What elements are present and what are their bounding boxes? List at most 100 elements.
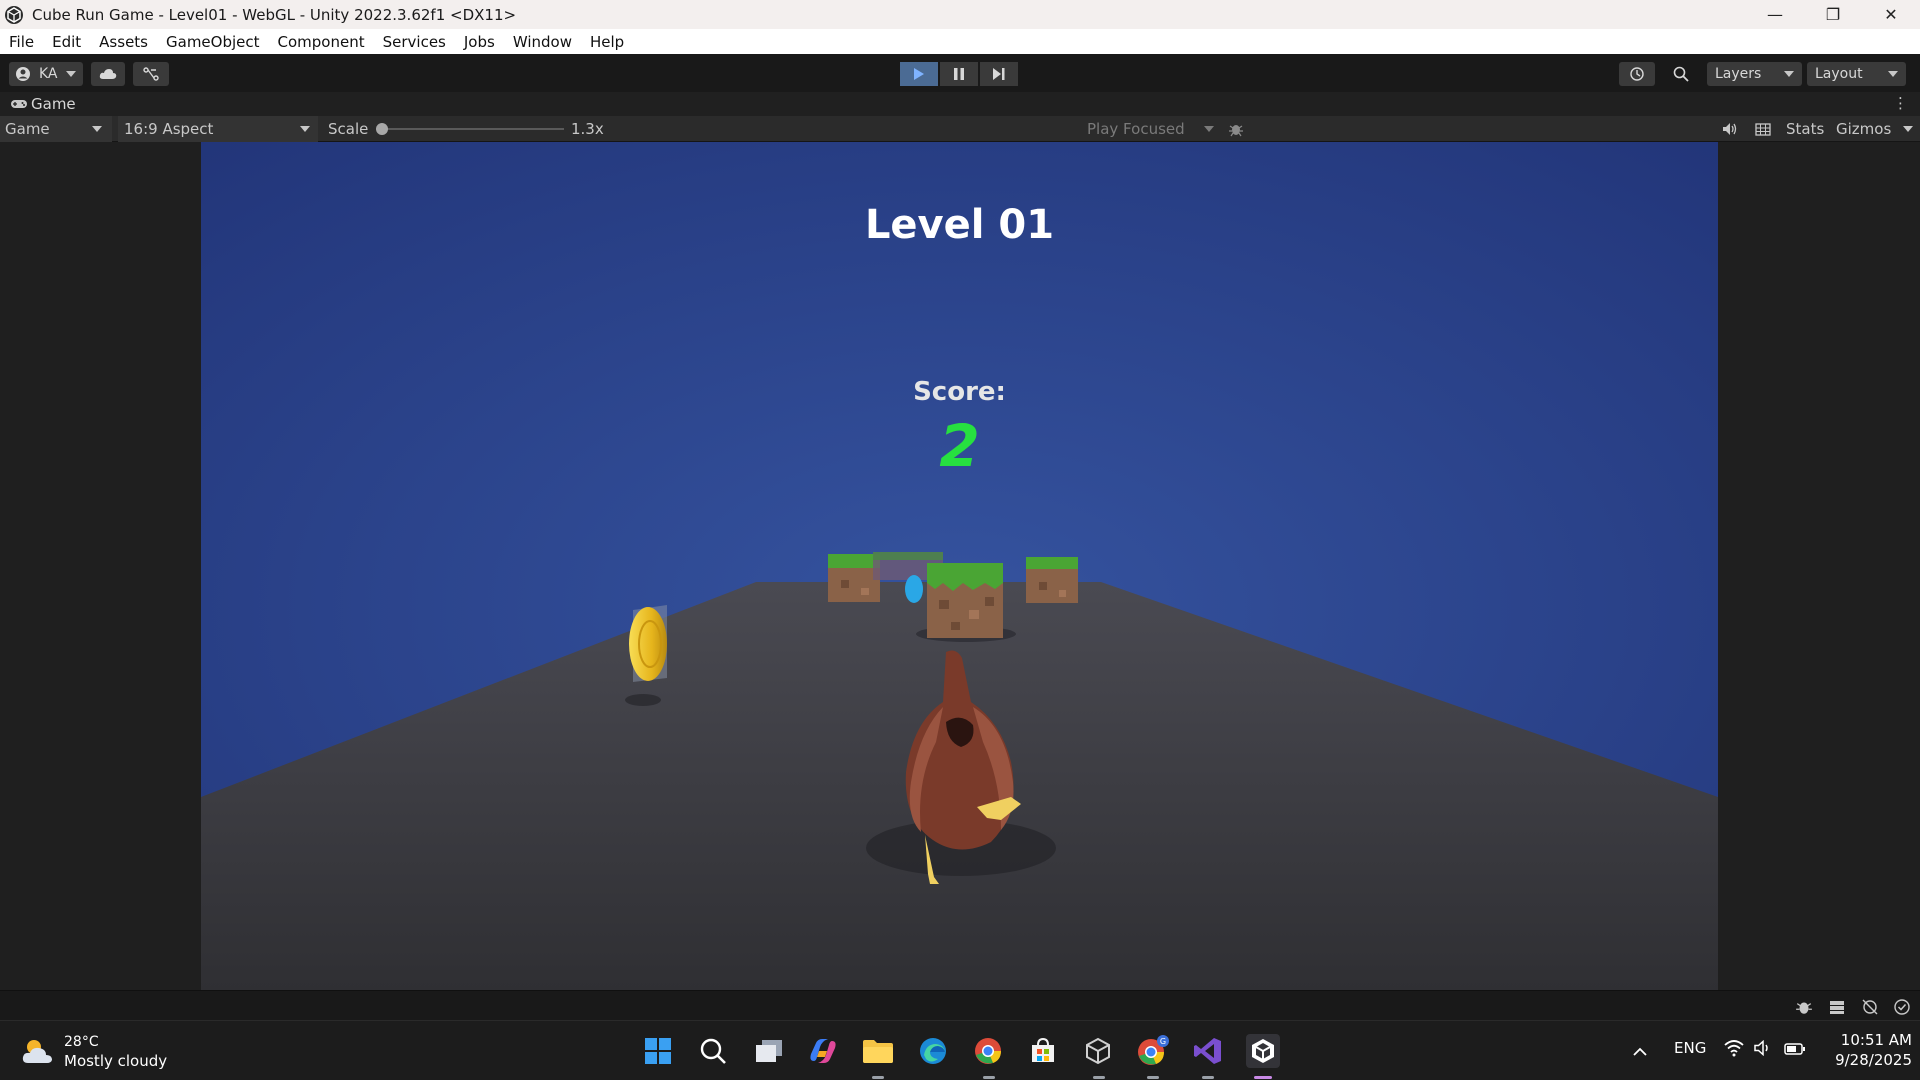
bug-icon bbox=[1229, 125, 1243, 137]
scale-slider[interactable] bbox=[376, 116, 566, 142]
file-explorer-icon[interactable] bbox=[861, 1034, 895, 1068]
scale-slider-thumb[interactable] bbox=[376, 123, 388, 135]
block-obstacle bbox=[1026, 557, 1078, 603]
menu-component[interactable]: Component bbox=[269, 33, 374, 51]
game-viewport[interactable]: Level 01 Score: 2 bbox=[201, 142, 1718, 990]
battery-icon[interactable] bbox=[1784, 1041, 1806, 1060]
panel-more-icon[interactable]: ⋮ bbox=[1893, 94, 1908, 112]
weather-desc: Mostly cloudy bbox=[64, 1052, 168, 1070]
tab-game[interactable]: Game bbox=[0, 92, 76, 116]
minimize-button[interactable]: — bbox=[1746, 0, 1804, 29]
gamepad-icon bbox=[11, 100, 27, 108]
start-icon[interactable] bbox=[641, 1034, 675, 1068]
windows-taskbar: 28°C Mostly cloudy G ENG 10:51 AM 9/28/2… bbox=[0, 1020, 1920, 1080]
layout-label: Layout bbox=[1815, 66, 1863, 82]
visual-studio-icon[interactable] bbox=[1191, 1034, 1225, 1068]
account-label: KA bbox=[39, 66, 58, 82]
clock-date: 9/28/2025 bbox=[1835, 1051, 1912, 1069]
unity-hub-icon[interactable] bbox=[1081, 1034, 1115, 1068]
running-indicator bbox=[1202, 1076, 1214, 1079]
score-label: Score: bbox=[913, 377, 1006, 407]
window-title: Cube Run Game - Level01 - WebGL - Unity … bbox=[32, 5, 517, 24]
grid-button[interactable] bbox=[1755, 116, 1777, 142]
running-indicator bbox=[872, 1076, 884, 1079]
cache-server-icon[interactable] bbox=[1828, 998, 1846, 1016]
pause-button[interactable] bbox=[940, 62, 978, 86]
play-icon bbox=[914, 68, 924, 80]
play-controls bbox=[900, 62, 1020, 86]
editor-status-bar bbox=[0, 990, 1920, 1020]
copilot-icon[interactable] bbox=[806, 1034, 840, 1068]
version-control-icon bbox=[143, 67, 159, 81]
speaker-icon bbox=[1723, 123, 1737, 135]
task-view-icon[interactable] bbox=[752, 1034, 786, 1068]
scale-slider-track bbox=[376, 128, 564, 130]
play-mode-dropdown[interactable]: Play Focused bbox=[1087, 116, 1220, 142]
game-panel-header: Game ⋮ bbox=[0, 92, 1920, 116]
mute-button[interactable] bbox=[1722, 116, 1744, 142]
menu-jobs[interactable]: Jobs bbox=[455, 33, 504, 51]
cloud-icon bbox=[99, 69, 117, 79]
close-button[interactable]: ✕ bbox=[1862, 0, 1920, 29]
running-indicator bbox=[983, 1076, 995, 1079]
scale-value: 1.3x bbox=[571, 120, 604, 138]
svg-text:G: G bbox=[1160, 1037, 1166, 1046]
game-view-toolbar: Game 16:9 Aspect Scale 1.3x Play Focused… bbox=[0, 116, 1920, 142]
layers-label: Layers bbox=[1715, 66, 1762, 82]
menu-help[interactable]: Help bbox=[581, 33, 633, 51]
store-icon[interactable] bbox=[1026, 1034, 1060, 1068]
running-indicator bbox=[1093, 1076, 1105, 1079]
menu-edit[interactable]: Edit bbox=[43, 33, 90, 51]
tray-overflow-icon[interactable] bbox=[1632, 1043, 1648, 1062]
cloud-button[interactable] bbox=[91, 62, 125, 86]
display-label: Game bbox=[5, 120, 50, 138]
display-dropdown[interactable]: Game bbox=[0, 116, 112, 142]
game-scene bbox=[201, 142, 1718, 990]
language-indicator[interactable]: ENG bbox=[1674, 1039, 1706, 1057]
clock[interactable]: 10:51 AM 9/28/2025 bbox=[1822, 1030, 1912, 1070]
gizmos-dropdown[interactable] bbox=[1903, 116, 1913, 142]
layers-dropdown[interactable]: Layers bbox=[1707, 62, 1802, 86]
account-dropdown[interactable]: KA bbox=[9, 62, 83, 86]
unity-editor-icon[interactable] bbox=[1246, 1034, 1280, 1068]
play-mode-label: Play Focused bbox=[1087, 120, 1185, 138]
bug-button[interactable] bbox=[1228, 116, 1248, 142]
chrome-icon[interactable] bbox=[971, 1034, 1005, 1068]
chevron-down-icon bbox=[1888, 71, 1898, 77]
restore-button[interactable]: ❐ bbox=[1804, 0, 1862, 29]
window-titlebar: Cube Run Game - Level01 - WebGL - Unity … bbox=[0, 0, 1920, 29]
play-button[interactable] bbox=[900, 62, 938, 86]
debug-icon[interactable] bbox=[1795, 998, 1813, 1016]
check-circle-icon[interactable] bbox=[1893, 998, 1911, 1016]
collab-button[interactable] bbox=[133, 62, 169, 86]
edge-icon[interactable] bbox=[916, 1034, 950, 1068]
menu-assets[interactable]: Assets bbox=[90, 33, 157, 51]
search-button[interactable] bbox=[1663, 62, 1699, 86]
menu-window[interactable]: Window bbox=[504, 33, 581, 51]
scale-label: Scale bbox=[328, 120, 369, 138]
tab-game-label: Game bbox=[31, 95, 76, 113]
search-icon[interactable] bbox=[696, 1034, 730, 1068]
chevron-down-icon bbox=[92, 126, 102, 132]
grid-icon bbox=[1755, 122, 1771, 136]
gem-pickup bbox=[905, 575, 923, 603]
gizmos-button[interactable]: Gizmos bbox=[1836, 116, 1891, 142]
step-button[interactable] bbox=[980, 62, 1018, 86]
level-title: Level 01 bbox=[864, 202, 1055, 248]
step-icon bbox=[993, 68, 1005, 80]
network-off-icon[interactable] bbox=[1861, 998, 1879, 1016]
editor-toolbar: KA Layers Layout bbox=[0, 54, 1920, 92]
clock-time: 10:51 AM bbox=[1840, 1031, 1912, 1049]
chevron-down-icon bbox=[300, 126, 310, 132]
layout-dropdown[interactable]: Layout bbox=[1807, 62, 1906, 86]
menu-gameobject[interactable]: GameObject bbox=[157, 33, 269, 51]
wifi-icon[interactable] bbox=[1724, 1039, 1744, 1061]
weather-widget[interactable]: 28°C Mostly cloudy bbox=[20, 1033, 167, 1071]
chrome-profile-icon[interactable]: G bbox=[1136, 1034, 1170, 1068]
menu-services[interactable]: Services bbox=[374, 33, 455, 51]
history-button[interactable] bbox=[1619, 62, 1655, 86]
stats-button[interactable]: Stats bbox=[1786, 116, 1824, 142]
menu-file[interactable]: File bbox=[0, 33, 43, 51]
volume-icon[interactable] bbox=[1754, 1039, 1772, 1060]
aspect-dropdown[interactable]: 16:9 Aspect bbox=[118, 116, 318, 142]
